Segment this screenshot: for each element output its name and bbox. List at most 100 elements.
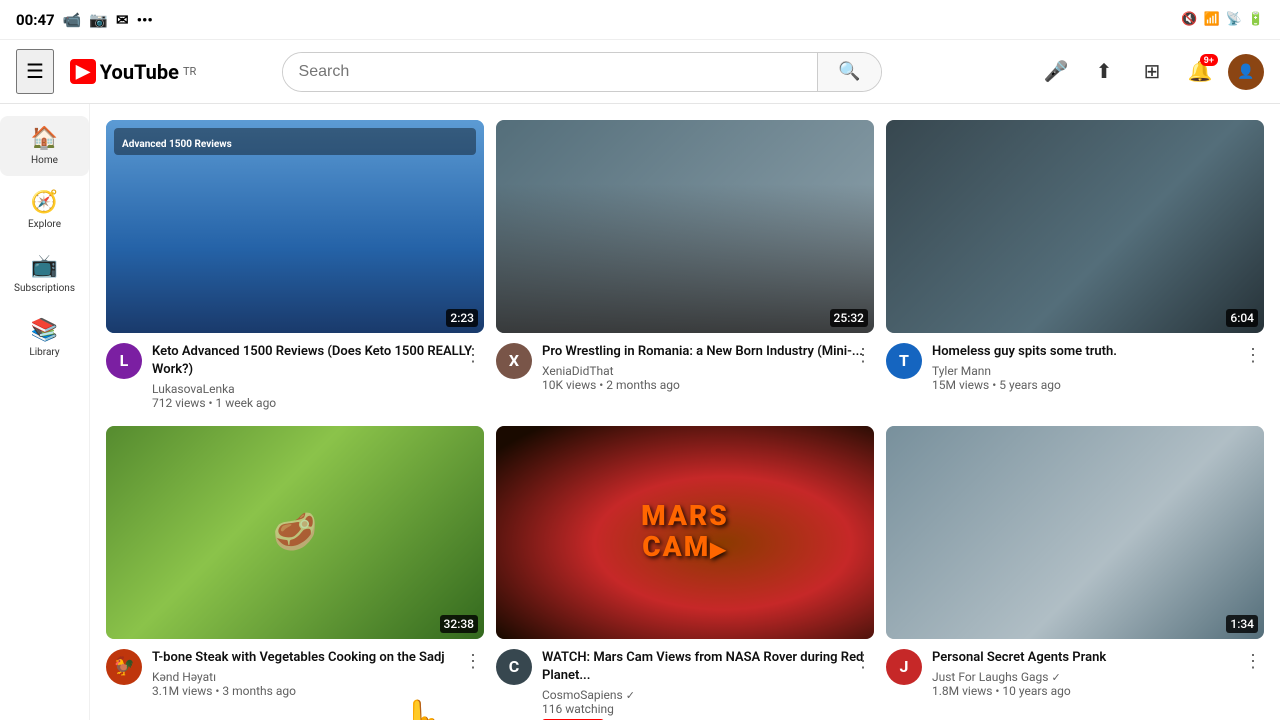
- keto-more-button[interactable]: ⋮: [462, 343, 484, 368]
- yt-play-icon: ▶: [70, 59, 96, 84]
- mars-channel-avatar: C: [496, 649, 532, 685]
- logo-country: TR: [183, 65, 196, 78]
- keto-channel: LukasovaLenka: [152, 382, 484, 396]
- wrestling-stats: 10K views • 2 months ago: [542, 378, 874, 392]
- agents-video-info: J Personal Secret Agents Prank Just For …: [886, 649, 1264, 698]
- logo-text: YouTube: [100, 60, 179, 84]
- tbone-channel: Kənd Həyatı: [152, 670, 484, 684]
- tbone-stats: 3.1M views • 3 months ago: [152, 684, 484, 698]
- home-icon: 🏠: [31, 126, 58, 151]
- homeless-video-info: T Homeless guy spits some truth. Tyler M…: [886, 343, 1264, 392]
- video-card-tbone[interactable]: 🥩 32:38 🐓 T-bone Steak with Vegetables C…: [106, 426, 484, 720]
- mars-channel: CosmoSapiens ✓: [542, 688, 874, 702]
- video-cam2-icon: 📷: [89, 11, 108, 29]
- sidebar-home-label: Home: [31, 155, 58, 166]
- finger-cursor-icon: 👆: [392, 698, 454, 720]
- mars-more-button[interactable]: ⋮: [852, 649, 874, 674]
- thumbnail-tbone: 🥩 32:38: [106, 426, 484, 639]
- mars-stats: 116 watching: [542, 702, 874, 716]
- mars-video-info: C WATCH: Mars Cam Views from NASA Rover …: [496, 649, 874, 720]
- notifications-button[interactable]: 🔔 9+: [1180, 52, 1220, 92]
- agents-duration: 1:34: [1226, 615, 1258, 633]
- homeless-title: Homeless guy spits some truth.: [932, 343, 1264, 361]
- content-area: Advanced 1500 Reviews 2:23 L Keto Advanc…: [90, 104, 1280, 720]
- mars-meta: WATCH: Mars Cam Views from NASA Rover du…: [542, 649, 874, 720]
- keto-stats: 712 views • 1 week ago: [152, 396, 484, 410]
- status-right-icons: 🔇 📶 📡 🔋: [1181, 12, 1264, 27]
- homeless-more-button[interactable]: ⋮: [1242, 343, 1264, 368]
- wrestling-channel: XeniaDidThat: [542, 364, 874, 378]
- wifi-icon: 📶: [1203, 12, 1219, 27]
- agents-channel: Just For Laughs Gags ✓: [932, 670, 1264, 684]
- homeless-channel-avatar: T: [886, 343, 922, 379]
- header-icons: 🎤 ⬆ ⊞ 🔔 9+ 👤: [1036, 52, 1264, 92]
- upload-button[interactable]: ⬆: [1084, 52, 1124, 92]
- search-input[interactable]: [283, 53, 818, 91]
- video-card-agents[interactable]: 1:34 J Personal Secret Agents Prank Just…: [886, 426, 1264, 720]
- sidebar-item-home[interactable]: 🏠 Home: [0, 116, 89, 176]
- time-display: 00:47: [16, 11, 55, 29]
- library-icon: 📚: [31, 318, 58, 343]
- main-layout: 🏠 Home 🧭 Explore 📺 Subscriptions 📚 Libra…: [0, 104, 1280, 720]
- keto-title: Keto Advanced 1500 Reviews (Does Keto 15…: [152, 343, 484, 379]
- agents-stats: 1.8M views • 10 years ago: [932, 684, 1264, 698]
- mars-overlay-text: MARSCAM▶: [641, 502, 729, 564]
- thumbnail-keto: Advanced 1500 Reviews 2:23: [106, 120, 484, 333]
- sidebar-library-label: Library: [29, 347, 59, 358]
- agents-more-button[interactable]: ⋮: [1242, 649, 1264, 674]
- thumbnail-homeless: 6:04: [886, 120, 1264, 333]
- wrestling-title: Pro Wrestling in Romania: a New Born Ind…: [542, 343, 874, 361]
- header: ☰ ▶ YouTube TR 🔍 🎤 ⬆ ⊞ 🔔 9+ 👤: [0, 40, 1280, 104]
- thumbnail-mars: MARSCAM▶: [496, 426, 874, 639]
- thumbnail-wrestling: 25:32: [496, 120, 874, 333]
- agents-meta: Personal Secret Agents Prank Just For La…: [932, 649, 1264, 698]
- keto-channel-avatar: L: [106, 343, 142, 379]
- video-card-wrestling[interactable]: 25:32 X Pro Wrestling in Romania: a New …: [496, 120, 874, 410]
- keto-review-text: Advanced 1500 Reviews: [122, 139, 232, 150]
- tbone-channel-avatar: 🐓: [106, 649, 142, 685]
- signal-icon: 📡: [1226, 12, 1242, 27]
- video-card-keto[interactable]: Advanced 1500 Reviews 2:23 L Keto Advanc…: [106, 120, 484, 410]
- video-cam-icon: 📹: [63, 11, 82, 29]
- homeless-duration: 6:04: [1226, 309, 1258, 327]
- wrestling-channel-avatar: X: [496, 343, 532, 379]
- mars-verified-icon: ✓: [626, 689, 635, 702]
- battery-icon: 🔋: [1248, 12, 1264, 27]
- sidebar: 🏠 Home 🧭 Explore 📺 Subscriptions 📚 Libra…: [0, 104, 90, 720]
- menu-button[interactable]: ☰: [16, 49, 54, 94]
- tbone-duration: 32:38: [440, 615, 478, 633]
- wrestling-video-info: X Pro Wrestling in Romania: a New Born I…: [496, 343, 874, 392]
- keto-video-info: L Keto Advanced 1500 Reviews (Does Keto …: [106, 343, 484, 410]
- video-card-homeless[interactable]: 6:04 T Homeless guy spits some truth. Ty…: [886, 120, 1264, 410]
- apps-button[interactable]: ⊞: [1132, 52, 1172, 92]
- wrestling-more-button[interactable]: ⋮: [852, 343, 874, 368]
- avatar[interactable]: 👤: [1228, 54, 1264, 90]
- homeless-stats: 15M views • 5 years ago: [932, 378, 1264, 392]
- homeless-meta: Homeless guy spits some truth. Tyler Man…: [932, 343, 1264, 392]
- sidebar-item-library[interactable]: 📚 Library: [0, 308, 89, 368]
- sidebar-item-subscriptions[interactable]: 📺 Subscriptions: [0, 244, 89, 304]
- video-card-mars[interactable]: MARSCAM▶ C WATCH: Mars Cam Views from NA…: [496, 426, 874, 720]
- search-bar: 🔍: [282, 52, 882, 92]
- mic-button[interactable]: 🎤: [1036, 52, 1076, 92]
- explore-icon: 🧭: [31, 190, 58, 215]
- mars-title: WATCH: Mars Cam Views from NASA Rover du…: [542, 649, 874, 685]
- tbone-video-info: 🐓 T-bone Steak with Vegetables Cooking o…: [106, 649, 484, 698]
- tbone-more-button[interactable]: ⋮: [462, 649, 484, 674]
- agents-channel-avatar: J: [886, 649, 922, 685]
- tbone-food-icon: 🥩: [273, 511, 318, 553]
- sidebar-subscriptions-label: Subscriptions: [14, 283, 75, 294]
- thumbnail-agents: 1:34: [886, 426, 1264, 639]
- sidebar-explore-label: Explore: [28, 219, 61, 230]
- tbone-title: T-bone Steak with Vegetables Cooking on …: [152, 649, 484, 667]
- notification-badge: 9+: [1200, 54, 1218, 66]
- sidebar-item-explore[interactable]: 🧭 Explore: [0, 180, 89, 240]
- homeless-channel: Tyler Mann: [932, 364, 1264, 378]
- status-bar: 00:47 📹 📷 ✉ ••• 🔇 📶 📡 🔋: [0, 0, 1280, 40]
- youtube-logo[interactable]: ▶ YouTube TR: [70, 59, 196, 84]
- video-grid: Advanced 1500 Reviews 2:23 L Keto Advanc…: [106, 120, 1264, 720]
- keto-duration: 2:23: [446, 309, 478, 327]
- subscriptions-icon: 📺: [31, 254, 58, 279]
- agents-verified-icon: ✓: [1051, 671, 1060, 684]
- search-button[interactable]: 🔍: [817, 53, 880, 91]
